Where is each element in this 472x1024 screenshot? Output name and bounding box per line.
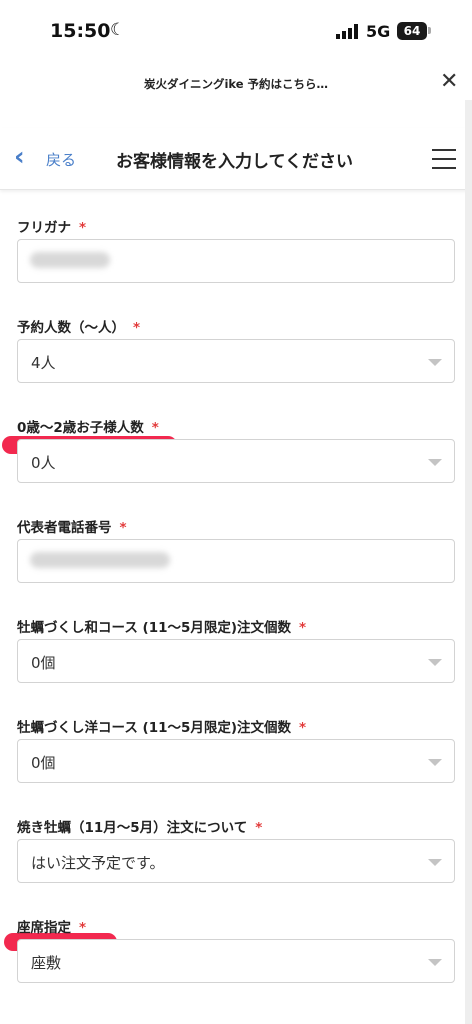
chevron-down-icon	[428, 359, 442, 366]
party-size-select[interactable]: 4人	[17, 339, 455, 383]
status-time: 15:50	[50, 20, 111, 42]
status-bar: 15:50 ☾ 5G 64	[0, 0, 472, 62]
chevron-down-icon	[428, 759, 442, 766]
western-course-select[interactable]: 0個	[17, 739, 455, 783]
hamburger-menu-icon[interactable]	[432, 149, 456, 169]
field-label-grilled-oyster: 焼き牡蠣（11月〜5月）注文について *	[17, 820, 263, 836]
battery-tip	[428, 27, 431, 34]
battery-icon: 64	[397, 22, 427, 40]
chevron-down-icon	[428, 859, 442, 866]
page-title: 炭火ダイニングike 予約はこちら…	[143, 77, 329, 91]
field-label-infant-count: 0歳〜2歳お子様人数 *	[17, 420, 159, 436]
chevron-down-icon	[428, 459, 442, 466]
field-label-furigana: フリガナ *	[17, 220, 87, 236]
signal-icon	[336, 24, 358, 39]
field-label-seating: 座席指定 *	[17, 920, 87, 936]
grilled-oyster-select[interactable]: はい注文予定です。	[17, 839, 455, 883]
field-label-phone: 代表者電話番号 *	[17, 520, 127, 536]
field-label-party-size: 予約人数（〜人） *	[17, 320, 141, 336]
field-label-western-course: 牡蠣づくし洋コース (11〜5月限定)注文個数 *	[17, 720, 307, 736]
seating-select[interactable]: 座敷	[17, 939, 455, 983]
close-icon[interactable]: ✕	[440, 71, 458, 93]
chevron-down-icon	[428, 659, 442, 666]
field-label-japanese-course: 牡蠣づくし和コース (11〜5月限定)注文個数 *	[17, 620, 307, 636]
browser-title-bar: 炭火ダイニングike 予約はこちら… ✕	[0, 62, 472, 108]
redacted-value	[30, 252, 110, 268]
back-button[interactable]: 戻る	[46, 149, 76, 170]
moon-icon: ☾	[110, 20, 126, 40]
phone-input[interactable]	[17, 539, 455, 583]
chevron-down-icon	[428, 959, 442, 966]
infant-count-select[interactable]: 0人	[17, 439, 455, 483]
network-label: 5G	[366, 22, 391, 41]
app-header: ‹ 戻る お客様情報を入力してください	[0, 128, 472, 190]
chevron-left-icon[interactable]: ‹	[14, 144, 25, 170]
header-title: お客様情報を入力してください	[116, 152, 353, 172]
furigana-input[interactable]	[17, 239, 455, 283]
redacted-value	[30, 552, 170, 568]
scrollbar[interactable]	[465, 100, 472, 1024]
japanese-course-select[interactable]: 0個	[17, 639, 455, 683]
